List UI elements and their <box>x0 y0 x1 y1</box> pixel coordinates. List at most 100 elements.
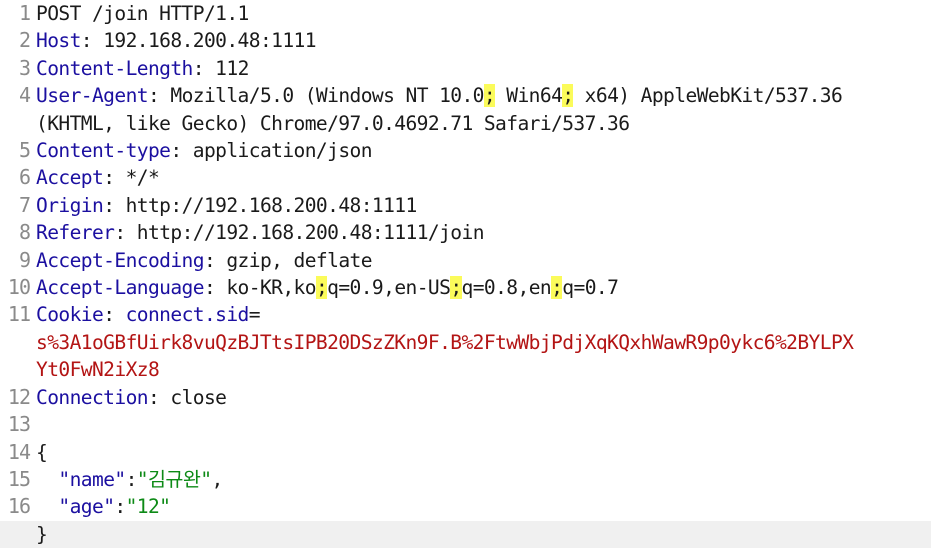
header-name: Cookie <box>36 303 104 327</box>
header-value: close <box>170 385 227 409</box>
editor-line: 4 User-Agent: Mozilla/5.0 (Windows NT 10… <box>0 82 931 137</box>
header-value: x64) AppleWebKit/537.36 <box>573 84 843 108</box>
json-colon: : <box>114 495 126 519</box>
header-separator: : <box>103 193 126 217</box>
line-number: 15 <box>7 466 31 491</box>
header-origin[interactable]: Origin: http://192.168.200.48:1111 <box>36 192 931 219</box>
header-value: ko-KR,ko <box>226 276 316 300</box>
header-separator: : <box>192 56 216 80</box>
header-value: q=0.7 <box>562 276 619 300</box>
http-request-editor[interactable]: 1 POST /join HTTP/1.1 2 Host: 192.168.20… <box>0 0 931 556</box>
editor-line: 6 Accept: */* <box>0 164 931 191</box>
body-close-brace[interactable]: } <box>36 521 931 548</box>
brace: { <box>36 440 48 464</box>
line-number: 16 <box>7 494 31 519</box>
cookie-equals: = <box>248 303 261 327</box>
header-connection[interactable]: Connection: close <box>36 384 931 411</box>
editor-line: 9 Accept-Encoding: gzip, deflate <box>0 247 931 274</box>
line-number: 13 <box>7 412 31 437</box>
line-number: 12 <box>7 384 31 409</box>
editor-line: 1 POST /join HTTP/1.1 <box>0 0 931 27</box>
json-string-value: "김규완" <box>136 467 212 491</box>
header-referer[interactable]: Referer: http://192.168.200.48:1111/join <box>36 219 931 246</box>
cookie-name: connect.sid <box>125 303 250 327</box>
request-line[interactable]: POST /join HTTP/1.1 <box>36 0 931 27</box>
body-name-entry[interactable]: "name":"김규완", <box>36 466 931 493</box>
line-number: 11 <box>7 302 31 327</box>
line-number: 10 <box>7 275 31 300</box>
header-name: Host <box>36 29 81 53</box>
header-separator: : <box>170 139 193 163</box>
json-key: "age" <box>58 495 115 519</box>
line-number: 1 <box>18 1 31 25</box>
header-accept-language[interactable]: Accept-Language: ko-KR,ko;q=0.9,en-US;q=… <box>36 274 931 301</box>
header-separator: : <box>80 29 104 53</box>
header-host[interactable]: Host: 192.168.200.48:1111 <box>36 27 931 54</box>
header-name: Accept-Encoding <box>36 248 205 272</box>
header-separator: : <box>114 221 137 245</box>
header-content-length[interactable]: Content-Length: 112 <box>36 55 931 82</box>
header-separator: : <box>147 84 171 108</box>
line-number: 5 <box>18 138 31 163</box>
header-value: Mozilla/5.0 (Windows NT 10.0 <box>170 84 484 108</box>
header-content-type[interactable]: Content-type: application/json <box>36 137 931 164</box>
line-number: 4 <box>18 83 31 108</box>
header-value: 112 <box>215 56 249 80</box>
editor-line: 8 Referer: http://192.168.200.48:1111/jo… <box>0 219 931 246</box>
header-name: Referer <box>36 221 115 245</box>
semicolon-highlight: ; <box>450 276 462 300</box>
header-user-agent[interactable]: User-Agent: Mozilla/5.0 (Windows NT 10.0… <box>36 82 931 137</box>
json-string-value: "12" <box>125 495 171 519</box>
semicolon-highlight: ; <box>551 276 563 300</box>
line-number: 9 <box>18 247 31 272</box>
header-value: 192.168.200.48:1111 <box>103 29 316 53</box>
header-name: User-Agent <box>36 84 149 108</box>
line-number: 14 <box>7 439 31 464</box>
json-colon: : <box>125 467 138 491</box>
header-separator: : <box>103 166 126 190</box>
body-age-entry[interactable]: "age":"12" <box>36 493 931 520</box>
editor-line: 14 { <box>0 439 931 466</box>
header-separator: : <box>203 248 227 272</box>
header-value: */* <box>125 166 160 190</box>
header-value: q=0.9,en-US <box>327 276 451 300</box>
editor-line: 3 Content-Length: 112 <box>0 55 931 82</box>
line-number: 8 <box>18 220 31 245</box>
header-name: Accept-Language <box>36 276 205 300</box>
cookie-value: s%3A1oGBfUirk8vuQzBJTtsIPB20DSzZKn9F.B%2… <box>36 330 854 354</box>
editor-line-current: } <box>0 520 931 549</box>
editor-line: 7 Origin: http://192.168.200.48:1111 <box>0 192 931 219</box>
semicolon-highlight: ; <box>315 276 328 300</box>
json-key: "name" <box>58 467 126 491</box>
line-number: 7 <box>18 192 31 217</box>
editor-line: 13 <box>0 411 931 438</box>
header-name: Connection <box>36 385 149 409</box>
semicolon-highlight: ; <box>483 84 496 108</box>
header-value-continued: (KHTML, like Gecko) Chrome/97.0.4692.71 … <box>36 111 630 135</box>
header-cookie[interactable]: Cookie: connect.sid= s%3A1oGBfUirk8vuQzB… <box>36 301 931 383</box>
editor-line: 16 "age":"12" <box>0 493 931 520</box>
editor-line: 15 "name":"김규완", <box>0 466 931 493</box>
header-accept[interactable]: Accept: */* <box>36 164 931 191</box>
header-name: Accept <box>36 166 104 190</box>
editor-line: 11 Cookie: connect.sid= s%3A1oGBfUirk8vu… <box>0 301 931 383</box>
line-number: 6 <box>18 165 31 190</box>
header-separator: : <box>147 385 171 409</box>
cookie-value-continued: Yt0FwN2iXz8 <box>36 358 160 382</box>
editor-line: 5 Content-type: application/json <box>0 137 931 164</box>
line-number: 2 <box>18 28 31 53</box>
editor-line: 10 Accept-Language: ko-KR,ko;q=0.9,en-US… <box>0 274 931 301</box>
header-separator: : <box>203 276 227 300</box>
request-line-text: POST /join HTTP/1.1 <box>36 2 249 25</box>
line-number: 3 <box>18 55 31 80</box>
editor-line: 2 Host: 192.168.200.48:1111 <box>0 27 931 54</box>
header-separator: : <box>103 303 126 327</box>
header-name: Content-Length <box>36 56 193 80</box>
header-accept-encoding[interactable]: Accept-Encoding: gzip, deflate <box>36 247 931 274</box>
json-comma: , <box>211 467 223 491</box>
header-name: Origin <box>36 193 104 217</box>
semicolon-highlight: ; <box>562 84 574 108</box>
header-value: http://192.168.200.48:1111 <box>125 193 418 217</box>
header-value: gzip, deflate <box>226 248 372 272</box>
body-open-brace[interactable]: { <box>36 439 931 466</box>
